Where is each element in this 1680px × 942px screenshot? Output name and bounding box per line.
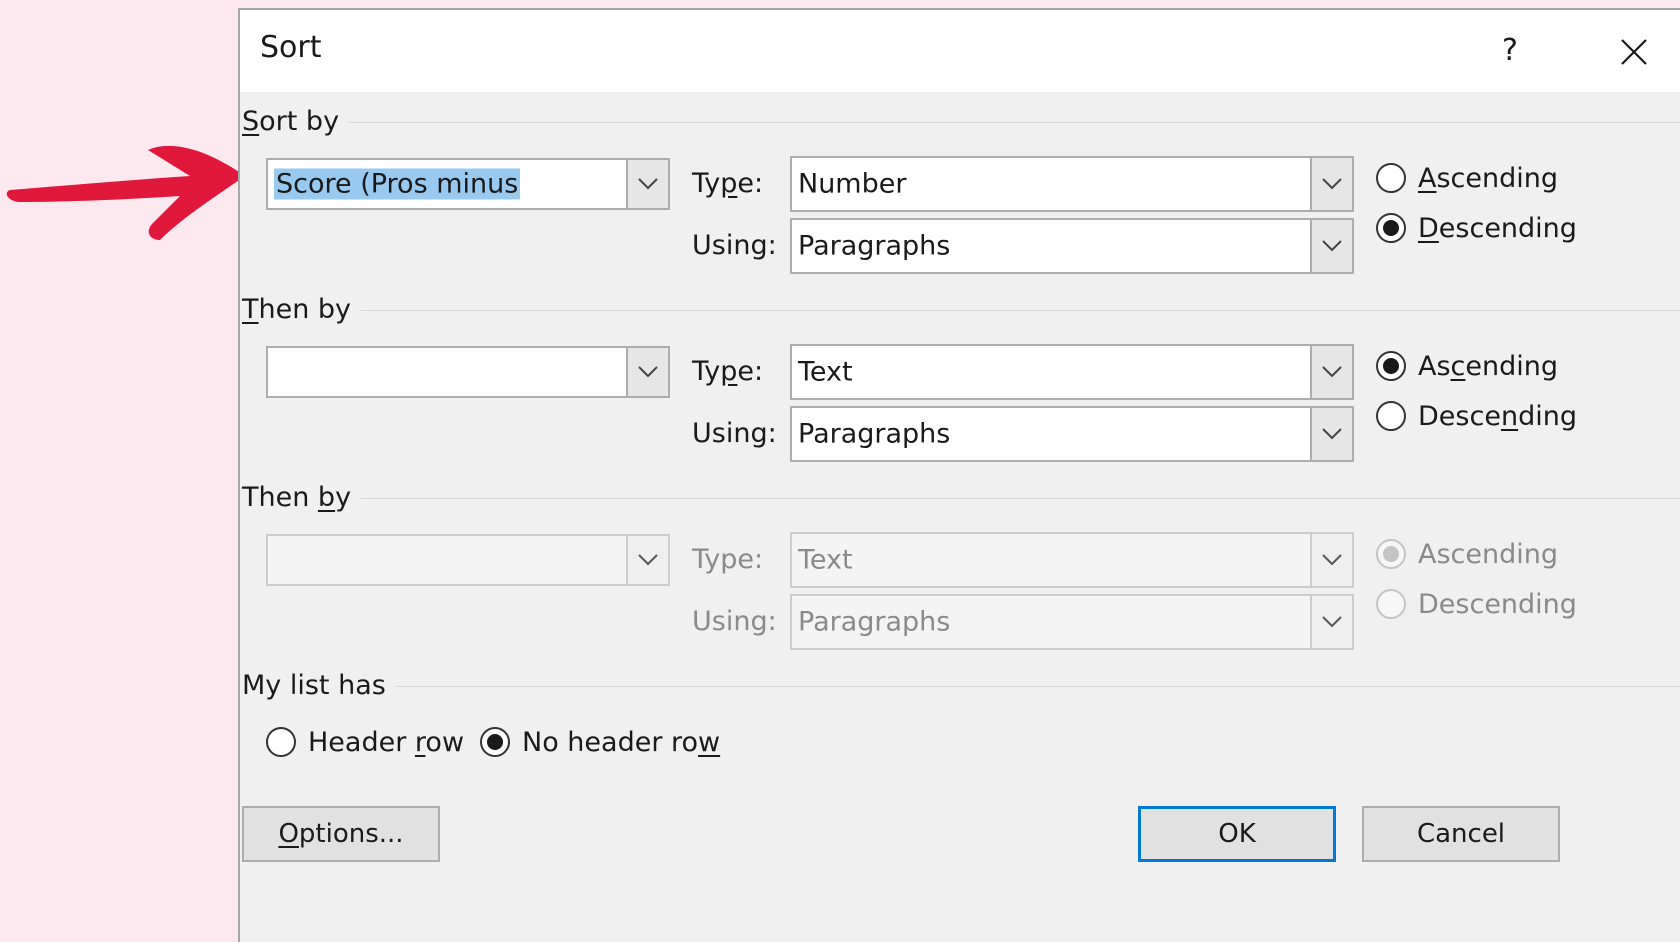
sort-by-using-label: Using: <box>692 230 777 261</box>
sort-by-type-label: Type: <box>692 168 764 199</box>
then-by-1-type-combo[interactable]: Text <box>790 344 1354 400</box>
chevron-down-icon <box>1322 428 1342 440</box>
then-by-2-type-combo[interactable]: Text <box>790 532 1354 588</box>
sort-by-type-dropdown-button[interactable] <box>1310 158 1352 210</box>
then-by-2-descending-radio[interactable]: Descending <box>1376 584 1577 624</box>
radio-circle <box>1376 401 1406 431</box>
sort-by-label: Sort by <box>242 106 350 137</box>
then-by-1-divider <box>340 310 1680 311</box>
then-by-1-field-dropdown-button[interactable] <box>626 348 668 396</box>
sort-by-using-value: Paragraphs <box>798 230 951 262</box>
then-by-1-label: Then by <box>242 294 362 325</box>
then-by-1-using-label: Using: <box>692 418 777 449</box>
dialog-title: Sort <box>260 30 322 65</box>
annotation-arrow <box>6 145 246 240</box>
chevron-down-icon <box>638 366 658 378</box>
then-by-2-using-label: Using: <box>692 606 777 637</box>
then-by-2-type-label: Type: <box>692 544 764 575</box>
radio-circle <box>1376 213 1406 243</box>
then-by-1-type-dropdown-button[interactable] <box>1310 346 1352 398</box>
chevron-down-icon <box>1322 554 1342 566</box>
sort-by-type-combo[interactable]: Number <box>790 156 1354 212</box>
then-by-1-type-value: Text <box>798 356 853 388</box>
help-button[interactable]: ? <box>1480 24 1540 78</box>
sort-by-using-combo[interactable]: Paragraphs <box>790 218 1354 274</box>
close-button[interactable] <box>1598 24 1668 78</box>
close-icon <box>1621 39 1647 65</box>
sort-by-divider <box>340 122 1680 123</box>
then-by-1-descending-radio[interactable]: Descending <box>1376 396 1577 436</box>
then-by-1-using-dropdown-button[interactable] <box>1310 408 1352 460</box>
radio-circle <box>1376 163 1406 193</box>
then-by-2-type-dropdown-button[interactable] <box>1310 534 1352 586</box>
sort-by-field-dropdown-button[interactable] <box>626 160 668 208</box>
chevron-down-icon <box>1322 366 1342 378</box>
chevron-down-icon <box>638 554 658 566</box>
title-bar: Sort ? <box>240 10 1680 92</box>
then-by-2-ascending-radio[interactable]: Ascending <box>1376 534 1558 574</box>
then-by-2-using-combo[interactable]: Paragraphs <box>790 594 1354 650</box>
sort-by-ascending-radio[interactable]: Ascending <box>1376 158 1558 198</box>
then-by-2-field-combo[interactable] <box>266 534 670 586</box>
list-header-divider <box>370 686 1680 687</box>
cancel-button[interactable]: Cancel <box>1362 806 1560 862</box>
sort-by-type-value: Number <box>798 168 907 200</box>
sort-by-field-value: Score (Pros minus <box>274 168 521 200</box>
radio-circle <box>1376 351 1406 381</box>
radio-circle <box>266 727 296 757</box>
radio-circle <box>1376 539 1406 569</box>
chevron-down-icon <box>638 178 658 190</box>
options-button[interactable]: Options... <box>242 806 440 862</box>
then-by-1-using-combo[interactable]: Paragraphs <box>790 406 1354 462</box>
header-row-radio[interactable]: Header row <box>266 722 464 762</box>
then-by-1-ascending-radio[interactable]: Ascending <box>1376 346 1558 386</box>
then-by-1-type-label: Type: <box>692 356 764 387</box>
then-by-2-using-dropdown-button[interactable] <box>1310 596 1352 648</box>
chevron-down-icon <box>1322 178 1342 190</box>
list-header-label: My list has <box>242 670 396 701</box>
then-by-1-using-value: Paragraphs <box>798 418 951 450</box>
then-by-2-using-value: Paragraphs <box>798 606 951 638</box>
then-by-2-field-dropdown-button[interactable] <box>626 536 668 584</box>
sort-by-using-dropdown-button[interactable] <box>1310 220 1352 272</box>
no-header-row-radio[interactable]: No header row <box>480 722 720 762</box>
then-by-2-divider <box>340 498 1680 499</box>
sort-by-field-combo[interactable]: Score (Pros minus <box>266 158 670 210</box>
chevron-down-icon <box>1322 240 1342 252</box>
sort-by-descending-radio[interactable]: Descending <box>1376 208 1577 248</box>
radio-circle <box>1376 589 1406 619</box>
sort-dialog: Sort ? Sort by Score (Pros minus Type: N… <box>238 8 1680 942</box>
then-by-2-label: Then by <box>242 482 362 513</box>
then-by-2-type-value: Text <box>798 544 853 576</box>
chevron-down-icon <box>1322 616 1342 628</box>
radio-circle <box>480 727 510 757</box>
ok-button[interactable]: OK <box>1138 806 1336 862</box>
then-by-1-field-combo[interactable] <box>266 346 670 398</box>
